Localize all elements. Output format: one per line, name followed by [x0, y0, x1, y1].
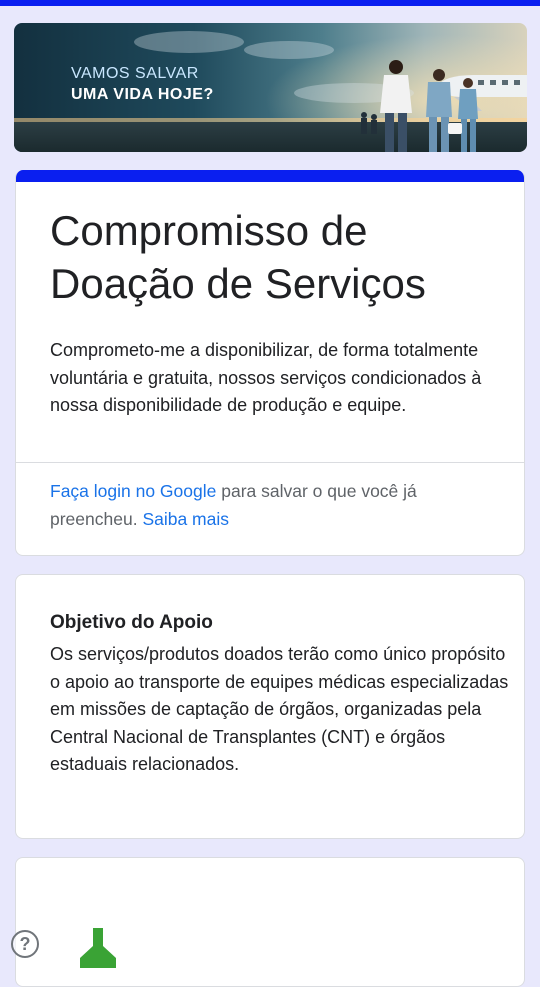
form-title: Compromisso de Doação de Serviços — [50, 207, 426, 307]
top-accent-bar — [0, 0, 540, 6]
help-icon[interactable]: ? — [11, 930, 39, 958]
banner-slogan: VAMOS SALVAR UMA VIDA HOJE? — [71, 63, 214, 105]
banner-slogan-line1: VAMOS SALVAR — [71, 65, 199, 82]
medical-team-illustration — [361, 60, 478, 152]
green-arrow-icon — [80, 928, 116, 968]
objective-section-card: Objetivo do Apoio Os serviços/produtos d… — [15, 574, 525, 839]
learn-more-link[interactable]: Saiba mais — [142, 509, 229, 529]
section-title: Objetivo do Apoio — [50, 612, 213, 633]
header-banner-image: VAMOS SALVAR UMA VIDA HOJE? — [14, 23, 527, 152]
section-description: Os serviços/produtos doados terão como ú… — [50, 644, 509, 774]
divider — [16, 462, 524, 463]
google-login-link[interactable]: Faça login no Google — [50, 481, 216, 501]
form-header-card: Compromisso de Doação de Serviços Compro… — [15, 170, 525, 556]
banner-slogan-line2: UMA VIDA HOJE? — [71, 86, 214, 103]
next-section-card — [15, 857, 525, 987]
login-notice: Faça login no Google para salvar o que v… — [50, 477, 500, 533]
form-header-accent — [16, 170, 524, 182]
form-description: Comprometo-me a disponibilizar, de forma… — [50, 340, 482, 415]
